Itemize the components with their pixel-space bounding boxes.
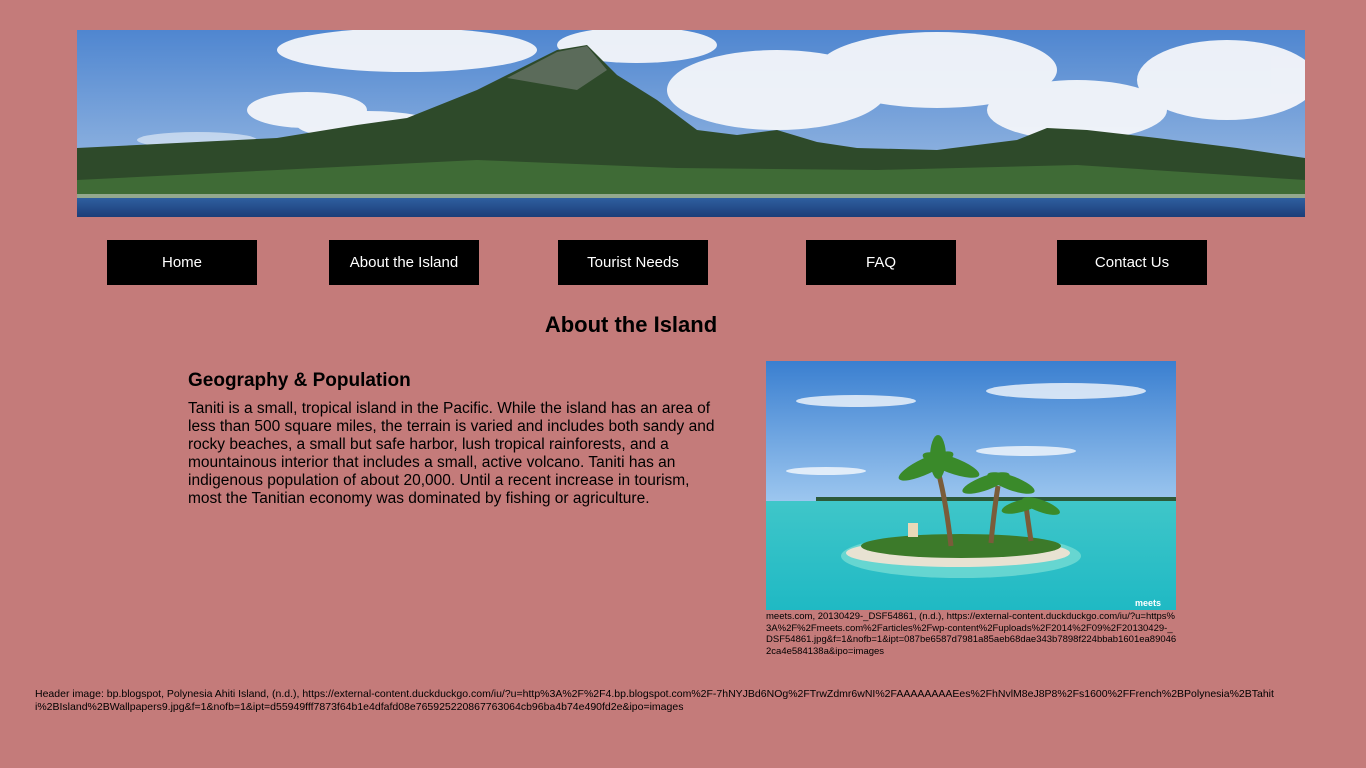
header-image-credit-text: Header image: bp.blogspot, Polynesia Ahi…	[35, 688, 1274, 713]
section-body-text: Taniti is a small, tropical island in th…	[188, 400, 715, 507]
header-banner-image	[77, 30, 1305, 217]
page-title: About the Island	[544, 312, 718, 337]
nav-home-button[interactable]: Home	[107, 240, 257, 285]
nav-faq-button[interactable]: FAQ	[806, 240, 956, 285]
nav-contact-us-button[interactable]: Contact Us	[1057, 240, 1207, 285]
nav-tourist-needs-button[interactable]: Tourist Needs	[558, 240, 708, 285]
photo-watermark: meets	[1135, 598, 1161, 608]
photo-credit-text: meets.com, 20130429-_DSF54861, (n.d.), h…	[766, 611, 1177, 658]
section-heading: Geography & Population	[188, 370, 411, 391]
island-photo: meets	[766, 361, 1176, 610]
nav-about-island-button[interactable]: About the Island	[329, 240, 479, 285]
